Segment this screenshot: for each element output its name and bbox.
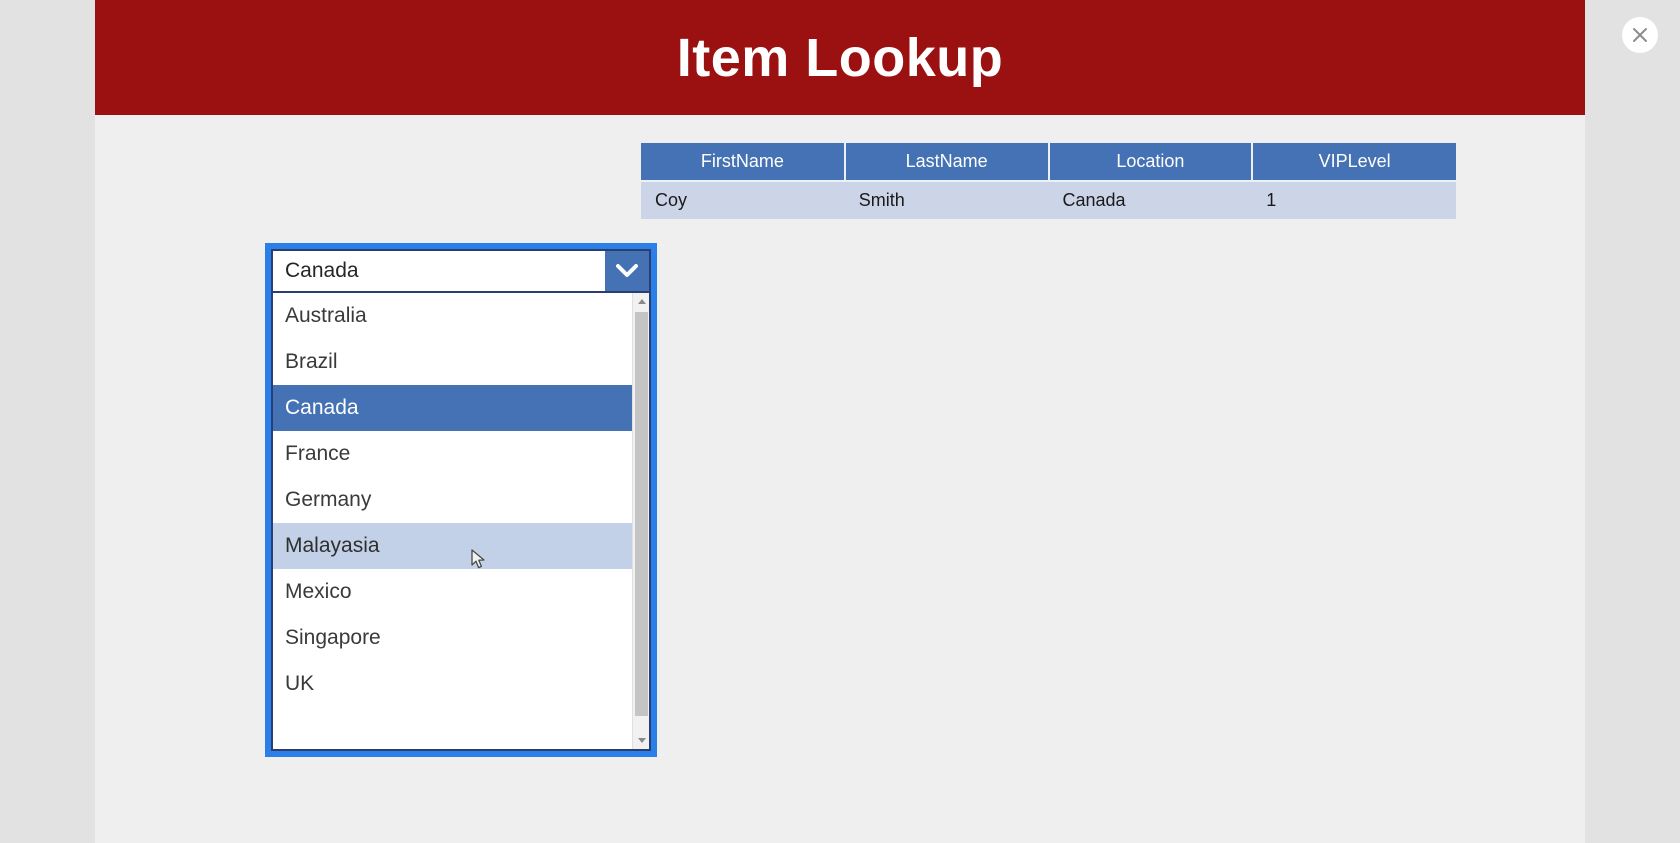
location-combobox-inner: Canada Australia Brazil Canada France Ge…	[271, 249, 651, 751]
location-option-listbox[interactable]: Australia Brazil Canada France Germany M…	[271, 293, 651, 751]
table-header-row: FirstName LastName Location VIPLevel	[641, 143, 1456, 182]
results-table: FirstName LastName Location VIPLevel Coy…	[641, 143, 1456, 219]
location-selected-value[interactable]: Canada	[273, 251, 605, 291]
list-item[interactable]: Australia	[273, 293, 632, 339]
cell-lastname: Smith	[844, 181, 1049, 219]
column-header-viplevel[interactable]: VIPLevel	[1252, 143, 1456, 182]
location-option-list: Australia Brazil Canada France Germany M…	[273, 293, 632, 749]
cell-location: Canada	[1048, 181, 1253, 219]
column-header-firstname[interactable]: FirstName	[641, 143, 846, 182]
column-header-lastname[interactable]: LastName	[844, 143, 1050, 182]
column-header-location[interactable]: Location	[1048, 143, 1254, 182]
list-item[interactable]: UK	[273, 661, 632, 707]
list-item[interactable]: Canada	[273, 385, 632, 431]
scroll-down-arrow-icon[interactable]	[633, 732, 649, 749]
location-list-scrollbar[interactable]	[632, 293, 649, 749]
list-item[interactable]: Singapore	[273, 615, 632, 661]
scroll-up-arrow-icon[interactable]	[633, 293, 649, 310]
list-item[interactable]: Malayasia	[273, 523, 632, 569]
cell-viplevel: 1	[1252, 181, 1456, 219]
list-item[interactable]: Mexico	[273, 569, 632, 615]
header-banner: Item Lookup	[95, 0, 1585, 115]
page-title: Item Lookup	[676, 27, 1004, 88]
scroll-down-glyph	[637, 738, 646, 743]
app-canvas: Item Lookup FirstName LastName Location …	[95, 0, 1585, 843]
chevron-down-icon[interactable]	[605, 251, 649, 291]
list-item[interactable]: France	[273, 431, 632, 477]
cell-firstname: Coy	[641, 181, 845, 219]
list-item[interactable]	[273, 707, 632, 749]
list-item[interactable]: Brazil	[273, 339, 632, 385]
scroll-up-glyph	[637, 299, 646, 304]
table-row[interactable]: Coy Smith Canada 1	[641, 181, 1456, 219]
location-combobox[interactable]: Canada Australia Brazil Canada France Ge…	[265, 243, 657, 757]
close-icon[interactable]	[1622, 17, 1658, 53]
list-item[interactable]: Germany	[273, 477, 632, 523]
scrollbar-thumb[interactable]	[635, 312, 648, 716]
location-combobox-field[interactable]: Canada	[271, 249, 651, 293]
